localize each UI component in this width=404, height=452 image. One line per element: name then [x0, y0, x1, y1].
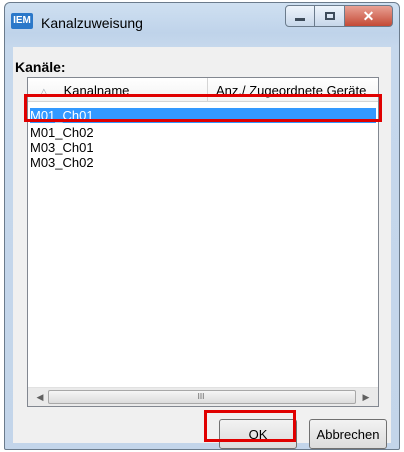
minimize-button[interactable] [285, 5, 315, 27]
close-icon: ✕ [362, 8, 375, 24]
app-icon: IEM [11, 13, 33, 29]
close-button[interactable]: ✕ [345, 5, 393, 27]
title-bar[interactable]: IEM Kanalzuweisung ✕ [5, 3, 399, 47]
cancel-button[interactable]: Abbrechen [309, 419, 387, 449]
minimize-icon [295, 17, 305, 21]
scroll-left-icon[interactable]: ◀ [32, 391, 48, 403]
caption-buttons: ✕ [285, 5, 393, 27]
scroll-right-icon[interactable]: ▶ [358, 391, 374, 403]
selected-row-highlight-box [24, 94, 382, 122]
channels-listview[interactable]: △ Kanalname Anz./ Zugeordnete Geräte M01… [27, 77, 379, 407]
list-item[interactable]: M03_Ch01 [28, 140, 378, 155]
maximize-button[interactable] [315, 5, 345, 27]
dialog-window: IEM Kanalzuweisung ✕ Kanäle: △ Kanalname [4, 2, 400, 450]
window-title: Kanalzuweisung [41, 15, 143, 31]
list-item[interactable]: M01_Ch02 [28, 125, 378, 140]
list-item[interactable]: M03_Ch02 [28, 155, 378, 170]
ok-button-highlight-box [204, 410, 296, 442]
horizontal-scrollbar[interactable]: ◀ III ▶ [28, 387, 378, 406]
channels-label: Kanäle: [15, 59, 66, 75]
maximize-icon [324, 12, 335, 20]
scrollbar-thumb[interactable]: III [48, 390, 356, 404]
scrollbar-grip-icon: III [197, 392, 205, 401]
